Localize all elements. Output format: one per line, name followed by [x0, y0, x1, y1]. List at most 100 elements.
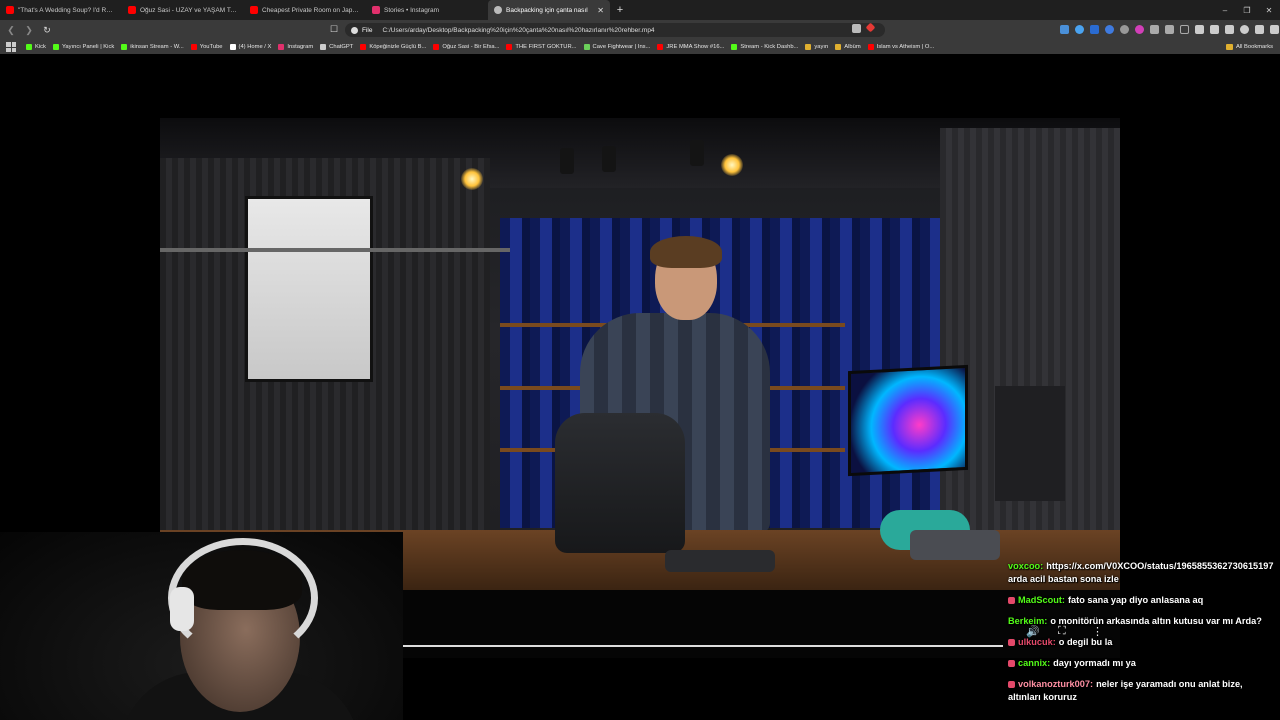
tab-title: "That's A Wedding Soup? I'd Rather — [18, 6, 116, 14]
chat-message: Berkeim: o monitörün arkasında altın kutu… — [1004, 615, 1280, 628]
extensions-puzzle-icon[interactable] — [1150, 25, 1159, 34]
page-action-icons — [852, 22, 876, 33]
bookmark-item[interactable]: Islam vs Atheism | O... — [867, 44, 935, 50]
tab-4[interactable]: Backpacking için çanta nasıl ✕ — [488, 0, 610, 20]
window-controls: – ❐ ✕ — [1214, 0, 1280, 20]
bookmark-item[interactable]: Instagram — [278, 44, 313, 50]
presenter-hair — [650, 236, 722, 268]
tab-0[interactable]: "That's A Wedding Soup? I'd Rather — [0, 0, 122, 20]
tab-title: Stories • Instagram — [384, 6, 440, 14]
bookmark-favicon-icon — [52, 44, 59, 50]
warning-icon[interactable] — [865, 22, 876, 33]
back-icon[interactable]: ❮ — [4, 23, 18, 37]
extension-icon[interactable] — [1135, 25, 1144, 34]
shield-icon[interactable] — [1240, 25, 1249, 34]
folder-icon — [1225, 44, 1233, 50]
chat-username: cannix: — [1018, 658, 1051, 668]
headset-earcup — [170, 587, 194, 631]
chat-badge-icon — [1008, 639, 1015, 647]
bookmark-icon[interactable]: ☐ — [330, 24, 338, 35]
bookmark-item[interactable]: Cave Fightwear | Ins... — [583, 44, 650, 50]
tab-3[interactable]: Stories • Instagram — [366, 0, 488, 20]
tab-2[interactable]: Cheapest Private Room on Japan's O — [244, 0, 366, 20]
bookmark-favicon-icon — [360, 44, 367, 50]
extension-icon[interactable] — [1060, 25, 1069, 34]
sparkle-icon[interactable] — [1225, 25, 1234, 34]
wallet-icon[interactable] — [1255, 25, 1264, 34]
download-icon[interactable] — [852, 24, 861, 33]
chat-username: voxcoo: — [1008, 561, 1044, 571]
bookmark-item[interactable]: Yayıncı Paneli | Kick — [52, 44, 115, 50]
bookmark-item[interactable]: YouTube — [190, 44, 223, 50]
webcam-overlay — [0, 532, 403, 720]
bookmark-label: Köpeğinizle Güçlü B... — [369, 44, 427, 50]
chat-username: Berkeim: — [1008, 616, 1048, 626]
extension-icons — [1060, 25, 1279, 34]
close-window-button[interactable]: ✕ — [1258, 0, 1280, 20]
url-text[interactable]: C:/Users/arday/Desktop/Backpacking%20içi… — [382, 27, 879, 34]
video-progress-bar[interactable] — [403, 645, 1003, 647]
extension-icon[interactable] — [1075, 25, 1084, 34]
instagram-icon — [372, 6, 380, 14]
bookmark-item[interactable]: Stream - Kick Dashb... — [731, 44, 798, 50]
speaker-box — [995, 386, 1065, 501]
reload-icon[interactable]: ↻ — [40, 23, 54, 37]
apps-grid-icon[interactable] — [6, 42, 16, 52]
extension-icon[interactable] — [1105, 25, 1114, 34]
chat-message: MadScout: fato sana yap diyo anlasana aq — [1004, 594, 1280, 607]
bookmark-item[interactable]: Albüm — [835, 44, 861, 50]
all-bookmarks-button[interactable]: All Bookmarks — [1225, 40, 1273, 54]
tab-1[interactable]: Oğuz Sasi - UZAY ve YAŞAM Teoriler — [122, 0, 244, 20]
maximize-button[interactable]: ❐ — [1236, 0, 1258, 20]
bookmark-item[interactable]: Kick — [26, 44, 46, 50]
light-boom-arm — [160, 248, 510, 252]
bookmark-item[interactable]: yayın — [805, 44, 828, 50]
bookmark-item[interactable]: Oğuz Sasi - Bir Efsa... — [433, 44, 499, 50]
bookmark-favicon-icon — [731, 44, 738, 50]
bookmark-label: Kick — [35, 44, 46, 50]
bookmark-favicon-icon — [805, 44, 812, 50]
bookmark-favicon-icon — [867, 44, 874, 50]
extension-icon[interactable] — [1090, 25, 1099, 34]
tab-title: Oğuz Sasi - UZAY ve YAŞAM Teoriler — [140, 6, 238, 14]
bookmark-label: Yayıncı Paneli | Kick — [61, 44, 115, 50]
bookmark-label: ikinsan Stream - W... — [130, 44, 184, 50]
bookmark-label: Islam vs Atheism | O... — [876, 44, 935, 50]
bookmark-favicon-icon — [26, 44, 32, 50]
bookmark-favicon-icon — [278, 44, 285, 50]
chat-text: dayı yormadı mı ya — [1053, 658, 1136, 668]
chat-username: ulkucuk: — [1018, 637, 1056, 647]
file-scheme-chip: File — [351, 26, 372, 34]
menu-icon[interactable] — [1270, 25, 1279, 34]
bookmarks-bar: Kick Yayıncı Paneli | Kick ikinsan Stream … — [0, 40, 1280, 54]
bookmark-item[interactable]: ChatGPT — [320, 44, 353, 50]
bookmark-item[interactable]: THE FIRST GOKTUR... — [506, 44, 577, 50]
spotlight — [721, 154, 743, 176]
all-bookmarks-label: All Bookmarks — [1235, 44, 1273, 50]
bookmark-label: Oğuz Sasi - Bir Efsa... — [442, 44, 500, 50]
address-bar[interactable]: File C:/Users/arday/Desktop/Backpacking%… — [345, 23, 885, 37]
chat-message: cannix: dayı yormadı mı ya — [1004, 657, 1280, 670]
bookmark-item[interactable]: Köpeğinizle Güçlü B... — [360, 44, 426, 50]
sidebar-icon[interactable] — [1195, 25, 1204, 34]
bookmark-item[interactable]: ikinsan Stream - W... — [121, 44, 184, 50]
extension-icon[interactable] — [1120, 25, 1129, 34]
media-icon[interactable] — [1180, 25, 1189, 34]
bookmark-label: ChatGPT — [329, 44, 354, 50]
tab-search-icon[interactable] — [1165, 25, 1174, 34]
new-tab-button[interactable]: + — [612, 2, 628, 18]
chat-message: volkanozturk007: neler işe yaramadı onu a… — [1004, 678, 1280, 704]
youtube-icon — [250, 6, 258, 14]
chat-username: volkanozturk007: — [1018, 679, 1094, 689]
bookmark-favicon-icon — [121, 44, 128, 50]
bookmark-favicon-icon — [506, 44, 513, 50]
chat-overlay: voxcoo: https://x.com/V0XCOO/status/19658… — [1004, 560, 1280, 712]
forward-icon[interactable]: ❯ — [22, 23, 36, 37]
downloads-icon[interactable] — [1210, 25, 1219, 34]
bookmark-item[interactable]: (4) Home / X — [229, 44, 271, 50]
close-tab-icon[interactable]: ✕ — [597, 6, 604, 15]
bookmark-item[interactable]: JRE MMA Show #16... — [657, 44, 724, 50]
bookmark-favicon-icon — [190, 44, 197, 50]
bookmark-label: YouTube — [199, 44, 223, 50]
minimize-button[interactable]: – — [1214, 0, 1236, 20]
